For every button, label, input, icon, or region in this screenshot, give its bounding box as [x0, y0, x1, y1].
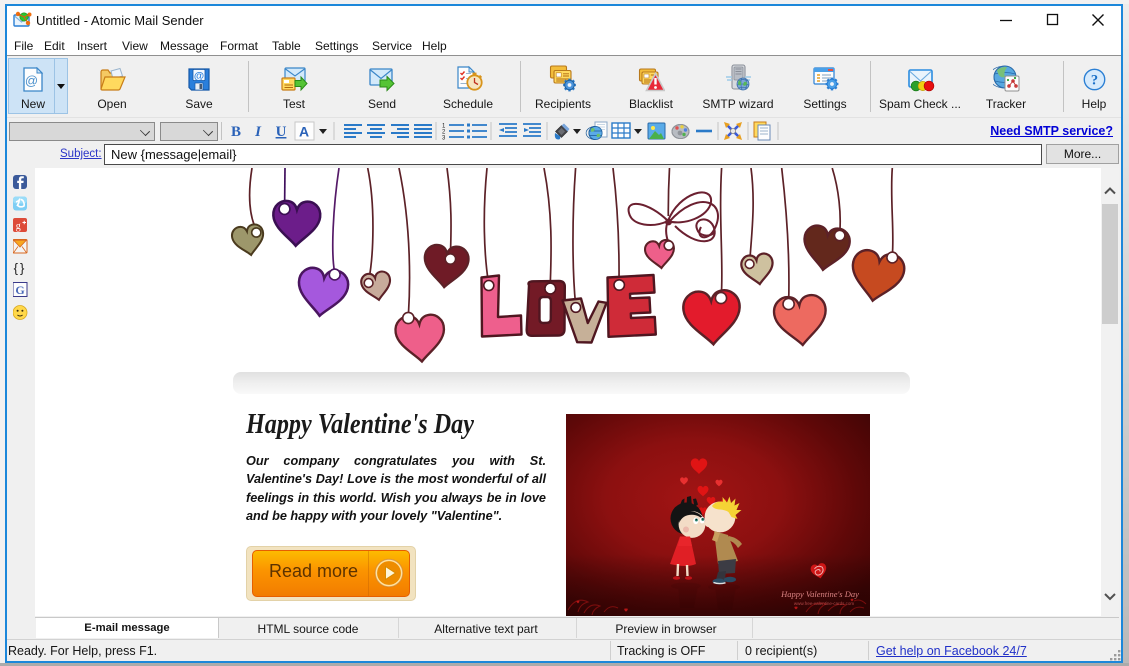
svg-text:G: G — [15, 283, 24, 297]
svg-text:U: U — [276, 124, 287, 140]
svg-text:3: 3 — [442, 136, 446, 142]
svg-text:www.free-valentine-cards.com: www.free-valentine-cards.com — [794, 601, 855, 606]
svg-text:Happy Valentine's Day: Happy Valentine's Day — [780, 589, 859, 599]
svg-text:@: @ — [194, 70, 204, 82]
svg-text:?: ? — [1091, 73, 1098, 89]
svg-text:B: B — [231, 124, 241, 140]
svg-text:@: @ — [25, 73, 38, 88]
svg-text:I: I — [254, 124, 262, 140]
svg-text:g: g — [16, 221, 21, 232]
svg-text:{}: {} — [14, 261, 27, 276]
svg-text:A: A — [299, 124, 309, 140]
